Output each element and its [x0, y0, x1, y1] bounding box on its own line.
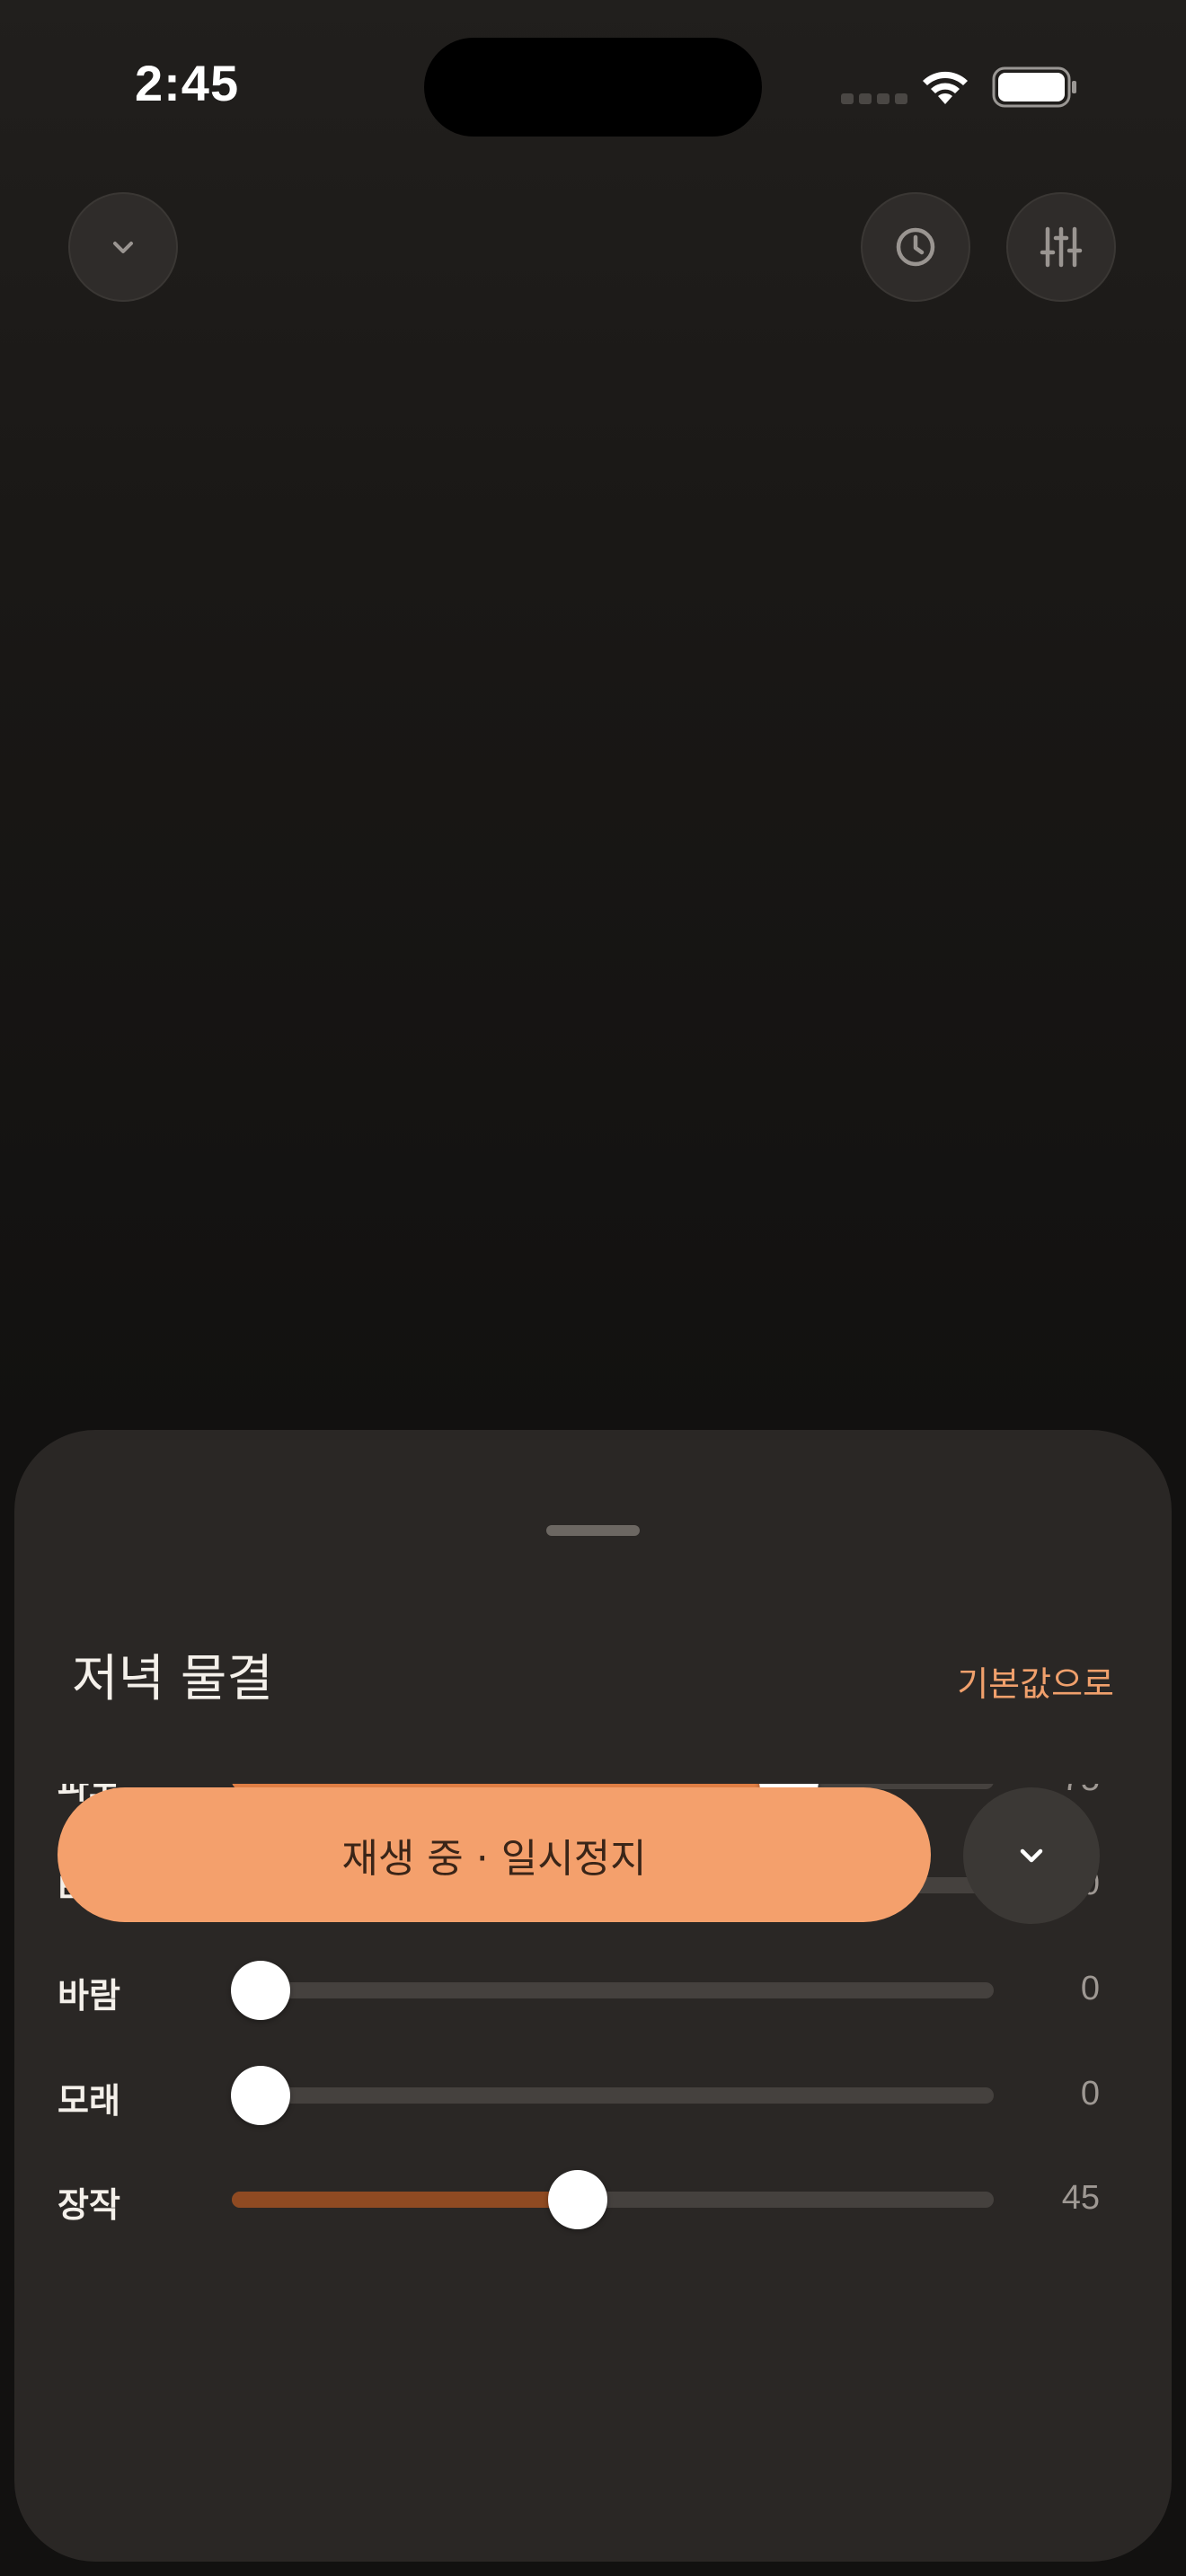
- slider-thumb[interactable]: [231, 2066, 290, 2125]
- slider-track[interactable]: [231, 1961, 994, 2020]
- status-time: 2:45: [135, 55, 240, 111]
- slider-track[interactable]: [231, 2066, 994, 2125]
- list-fade: [58, 1730, 1118, 1784]
- clock-icon: [896, 227, 935, 267]
- slider-fill: [232, 2192, 578, 2208]
- battery-icon: [992, 66, 1076, 108]
- slider-label: 모래: [58, 2081, 120, 2121]
- chevron-down-icon: [113, 242, 133, 253]
- slider-value: 0: [1080, 2075, 1100, 2113]
- collapse-sheet-button[interactable]: [963, 1787, 1100, 1924]
- play-pause-button[interactable]: 재생 중 · 일시정지: [58, 1787, 931, 1922]
- sheet-grabber[interactable]: [546, 1525, 640, 1536]
- chevron-down-icon: [1020, 1848, 1043, 1863]
- slider-track[interactable]: [232, 2170, 994, 2229]
- slider-thumb[interactable]: [231, 1961, 290, 2020]
- sheet-title: 저녁 물결: [72, 1650, 273, 1708]
- slider-row: 장작 45: [58, 2161, 1100, 2233]
- slider-value: 45: [1061, 2179, 1100, 2217]
- reset-defaults-button[interactable]: 기본값으로: [845, 1656, 1114, 1706]
- slider-row: 모래 0: [58, 2057, 1100, 2129]
- dynamic-island: [424, 38, 762, 137]
- collapse-button[interactable]: [68, 192, 178, 302]
- wifi-icon: [923, 71, 968, 104]
- slider-label: 바람: [58, 1976, 120, 2016]
- slider-thumb[interactable]: [547, 2170, 607, 2229]
- sliders-icon: [1040, 226, 1083, 268]
- mixer-button[interactable]: [1006, 192, 1116, 302]
- cellular-signal-icon: [841, 93, 907, 104]
- slider-label: 장작: [58, 2185, 120, 2225]
- timer-button[interactable]: [861, 192, 970, 302]
- slider-value: 0: [1080, 1970, 1100, 2007]
- slider-row: 바람 0: [58, 1952, 1100, 2024]
- play-pause-label: 재생 중 · 일시정지: [341, 1836, 647, 1882]
